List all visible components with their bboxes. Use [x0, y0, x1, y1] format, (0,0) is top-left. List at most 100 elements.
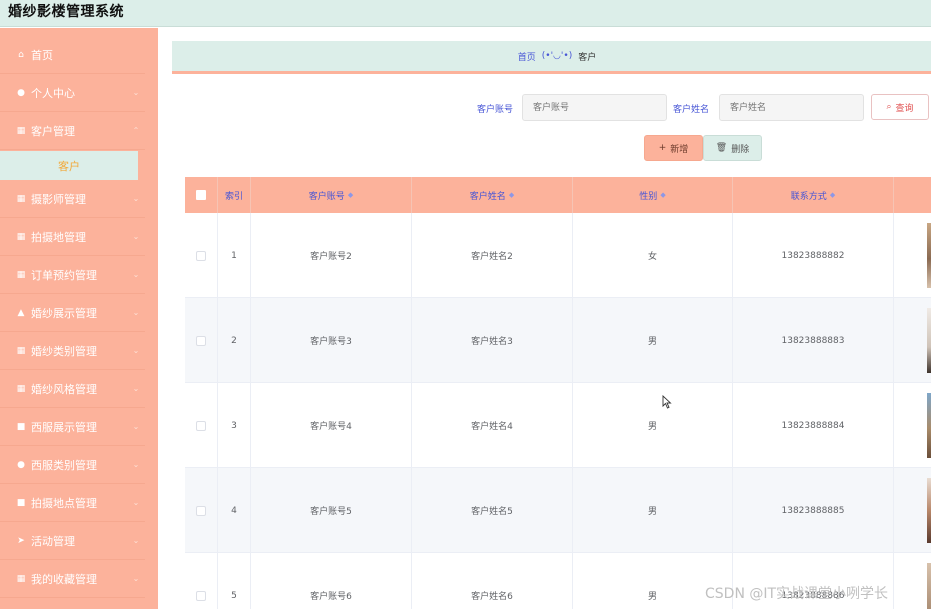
table-row[interactable]: 3 客户账号4 客户姓名4 男 13823888884 — [185, 383, 931, 468]
select-all-cell — [185, 177, 218, 213]
chevron-down-icon: ⌄ — [132, 346, 140, 355]
cell-index: 1 — [218, 213, 251, 298]
sidebar-item-my-favorites[interactable]: ▦ 我的收藏管理 ⌄ — [0, 560, 145, 598]
grid-icon: ▦ — [16, 269, 26, 280]
table-row[interactable]: 4 客户账号5 客户姓名5 男 13823888885 — [185, 468, 931, 553]
chevron-down-icon: ⌄ — [132, 536, 140, 545]
main-content: 首页 (•'◡'•) 客户 客户账号 客户姓名 ⌕ 查询 + 新增 🗑 删除 索… — [158, 28, 931, 609]
table-row[interactable]: 2 客户账号3 客户姓名3 男 13823888883 — [185, 298, 931, 383]
sidebar-item-home[interactable]: ⌂ 首页 — [0, 36, 145, 74]
clipboard-icon: ■ — [16, 497, 26, 508]
sidebar-item-activity[interactable]: ➤ 活动管理 ⌄ — [0, 522, 145, 560]
customer-photo — [927, 478, 931, 543]
cell-name: 客户姓名4 — [412, 383, 573, 468]
row-checkbox[interactable] — [196, 420, 206, 431]
submenu-item-customer[interactable]: 客户 — [0, 151, 138, 180]
row-select-cell — [185, 468, 218, 553]
column-header-label: 性别 — [639, 191, 658, 202]
cell-account: 客户账号4 — [251, 383, 412, 468]
row-select-cell — [185, 553, 218, 609]
sidebar-item-label: 婚纱风格管理 — [31, 382, 97, 396]
grid-icon: ▦ — [16, 125, 26, 136]
send-icon: ➤ — [17, 535, 25, 546]
grid-icon: ▦ — [16, 193, 26, 204]
grid-icon: ▦ — [16, 345, 26, 356]
column-header-phone[interactable]: 联系方式 ◆ — [733, 177, 894, 213]
sidebar-item-label: 首页 — [31, 48, 53, 62]
column-header-gender[interactable]: 性别 ◆ — [573, 177, 733, 213]
cell-gender: 男 — [573, 383, 733, 468]
sidebar-item-shooting-site[interactable]: ▦ 拍摄地管理 ⌄ — [0, 218, 145, 256]
grid-icon: ▦ — [16, 231, 26, 242]
cell-name: 客户姓名6 — [412, 553, 573, 609]
customer-photo — [927, 393, 931, 458]
sidebar-item-order-booking[interactable]: ▦ 订单预约管理 ⌄ — [0, 256, 145, 294]
row-checkbox[interactable] — [196, 505, 206, 516]
sidebar-item-suit-display[interactable]: ■ 西服展示管理 ⌄ — [0, 408, 145, 446]
delete-button-label: 删除 — [731, 144, 750, 155]
cell-name: 客户姓名3 — [412, 298, 573, 383]
name-search-input[interactable] — [719, 94, 864, 121]
chevron-down-icon: ⌄ — [132, 194, 140, 203]
column-header-account[interactable]: 客户账号 ◆ — [251, 177, 412, 213]
sidebar-item-wedding-dress-display[interactable]: ▲ 婚纱展示管理 ⌄ — [0, 294, 145, 332]
cell-gender: 男 — [573, 298, 733, 383]
delete-button[interactable]: 🗑 删除 — [703, 135, 762, 161]
sidebar-item-label: 西服类别管理 — [31, 458, 97, 472]
grid-icon: ▦ — [16, 383, 26, 394]
column-header-label: 客户账号 — [308, 191, 345, 202]
add-button[interactable]: + 新增 — [644, 135, 703, 161]
table-header: 索引 客户账号 ◆ 客户姓名 ◆ 性别 ◆ 联系方式 ◆ — [185, 177, 931, 213]
row-checkbox[interactable] — [196, 335, 206, 346]
search-button[interactable]: ⌕ 查询 — [871, 94, 929, 120]
cell-account: 客户账号5 — [251, 468, 412, 553]
plus-icon: + — [658, 143, 667, 153]
chevron-down-icon: ⌄ — [132, 232, 140, 241]
customer-table: 索引 客户账号 ◆ 客户姓名 ◆ 性别 ◆ 联系方式 ◆ 1 客户账号2 客户姓名2 女… — [185, 177, 931, 609]
sidebar-item-label: 拍摄地点管理 — [31, 496, 97, 510]
sort-icon[interactable]: ◆ — [830, 191, 835, 199]
chevron-down-icon: ⌄ — [132, 498, 140, 507]
cell-account: 客户账号3 — [251, 298, 412, 383]
select-all-checkbox[interactable] — [196, 190, 206, 200]
account-search-input[interactable] — [522, 94, 667, 121]
account-label: 客户账号 — [477, 105, 514, 115]
chevron-down-icon: ⌄ — [132, 574, 140, 583]
sort-icon[interactable]: ◆ — [660, 191, 665, 199]
sort-icon[interactable]: ◆ — [509, 191, 514, 199]
sidebar-item-customer-management[interactable]: ▦ 客户管理 ⌃ — [0, 112, 145, 150]
sidebar-item-personal-center[interactable]: ● 个人中心 ⌄ — [0, 74, 145, 112]
row-select-cell — [185, 298, 218, 383]
cell-account: 客户账号2 — [251, 213, 412, 298]
mouse-cursor-icon — [662, 395, 672, 409]
table-row[interactable]: 1 客户账号2 客户姓名2 女 13823888882 — [185, 213, 931, 298]
user-icon: ● — [17, 87, 25, 98]
chevron-down-icon: ⌄ — [132, 88, 140, 97]
sidebar-item-shooting-location[interactable]: ■ 拍摄地点管理 ⌄ — [0, 484, 145, 522]
sidebar-item-suit-category[interactable]: ● 西服类别管理 ⌄ — [0, 446, 145, 484]
breadcrumb-home-link[interactable]: 首页 — [518, 50, 536, 63]
customer-photo — [927, 563, 931, 609]
thumb-icon: ▲ — [17, 307, 25, 318]
breadcrumb-current: 客户 — [578, 52, 597, 63]
sidebar-item-wedding-dress-category[interactable]: ▦ 婚纱类别管理 ⌄ — [0, 332, 145, 370]
cell-phone: 13823888885 — [733, 468, 894, 553]
column-header-label: 客户姓名 — [469, 191, 506, 202]
sidebar: ⌂ 首页 ● 个人中心 ⌄ ▦ 客户管理 ⌃ 客户 ▦ 摄影师管理 ⌄ ▦ 拍摄… — [0, 28, 158, 609]
sidebar-item-wedding-dress-style[interactable]: ▦ 婚纱风格管理 ⌄ — [0, 370, 145, 408]
sort-icon[interactable]: ◆ — [348, 191, 353, 199]
name-label: 客户姓名 — [673, 105, 710, 115]
chevron-down-icon: ⌄ — [132, 308, 140, 317]
chevron-down-icon: ⌄ — [132, 460, 140, 469]
cell-phone: 13823888884 — [733, 383, 894, 468]
sidebar-item-label: 拍摄地管理 — [31, 230, 86, 244]
row-checkbox[interactable] — [196, 590, 206, 601]
column-header-name[interactable]: 客户姓名 ◆ — [412, 177, 573, 213]
customer-photo — [927, 223, 931, 288]
sidebar-item-photographer[interactable]: ▦ 摄影师管理 ⌄ — [0, 180, 145, 218]
sidebar-item-label: 摄影师管理 — [31, 192, 86, 206]
cell-name: 客户姓名2 — [412, 213, 573, 298]
chevron-down-icon: ⌄ — [132, 384, 140, 393]
row-checkbox[interactable] — [196, 250, 206, 261]
cell-name: 客户姓名5 — [412, 468, 573, 553]
